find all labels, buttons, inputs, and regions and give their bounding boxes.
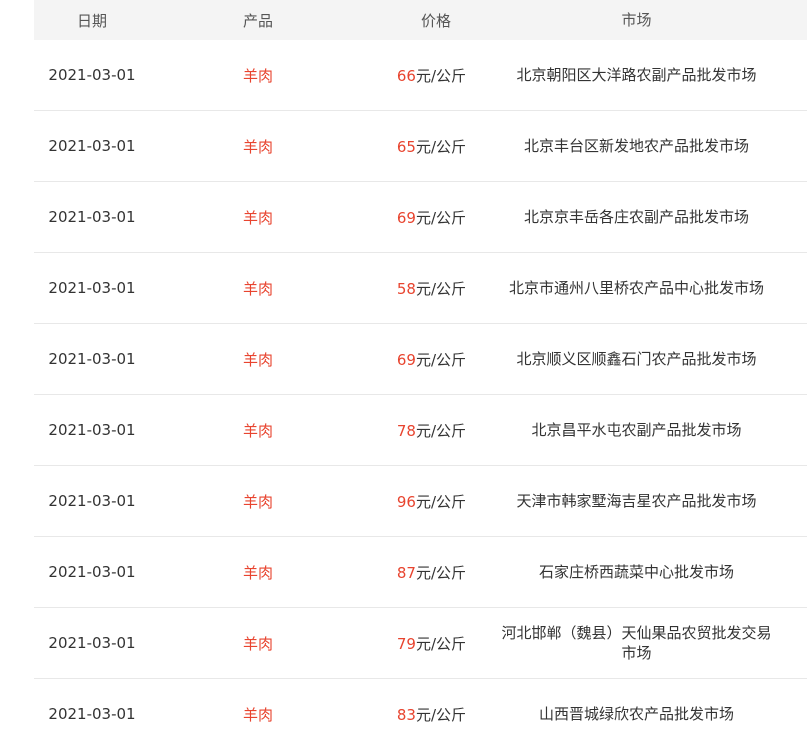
table-row: 2021-03-01 羊肉 96元/公斤 天津市韩家墅海吉星农产品批发市场: [34, 466, 807, 537]
row-product: 羊肉: [242, 208, 273, 227]
row-date: 2021-03-01: [48, 279, 136, 297]
row-date: 2021-03-01: [48, 492, 136, 510]
table-row: 2021-03-01 羊肉 66元/公斤 北京朝阳区大洋路农副产品批发市场: [34, 40, 807, 111]
row-product: 羊肉: [242, 137, 273, 156]
row-market: 北京京丰岳各庄农副产品批发市场: [523, 208, 749, 226]
row-price: 69元/公斤: [366, 349, 466, 370]
row-date: 2021-03-01: [48, 705, 136, 723]
table-row: 2021-03-01 羊肉 69元/公斤 北京京丰岳各庄农副产品批发市场: [34, 182, 807, 253]
row-price: 79元/公斤: [366, 633, 466, 654]
row-product: 羊肉: [242, 66, 273, 85]
row-market: 天津市韩家墅海吉星农产品批发市场: [516, 492, 757, 510]
price-value: 58: [396, 279, 416, 298]
header-product: 产品: [242, 11, 273, 30]
row-price: 96元/公斤: [366, 491, 466, 512]
row-price: 87元/公斤: [366, 562, 466, 583]
price-unit: 元/公斤: [415, 279, 466, 298]
header-price: 价格: [420, 11, 451, 30]
row-price: 65元/公斤: [366, 136, 466, 157]
row-date: 2021-03-01: [48, 350, 136, 368]
price-value: 78: [396, 421, 416, 440]
row-date: 2021-03-01: [48, 634, 136, 652]
row-market: 北京市通州八里桥农产品中心批发市场: [508, 279, 764, 297]
price-value: 96: [396, 492, 416, 511]
row-market: 北京朝阳区大洋路农副产品批发市场: [516, 66, 757, 84]
table-row: 2021-03-01 羊肉 87元/公斤 石家庄桥西蔬菜中心批发市场: [34, 537, 807, 608]
header-date: 日期: [76, 11, 107, 30]
row-price: 66元/公斤: [366, 65, 466, 86]
price-value: 69: [396, 208, 416, 227]
row-product: 羊肉: [242, 563, 273, 582]
row-price: 58元/公斤: [366, 278, 466, 299]
row-date: 2021-03-01: [48, 208, 136, 226]
price-value: 65: [396, 137, 416, 156]
price-unit: 元/公斤: [415, 705, 466, 724]
price-unit: 元/公斤: [415, 66, 466, 85]
price-unit: 元/公斤: [415, 137, 466, 156]
row-market: 河北邯郸（魏县）天仙果品农贸批发交易市场: [501, 624, 772, 662]
price-value: 83: [396, 705, 416, 724]
price-unit: 元/公斤: [415, 350, 466, 369]
row-price: 78元/公斤: [366, 420, 466, 441]
row-market: 北京昌平水屯农副产品批发市场: [531, 421, 742, 439]
row-product: 羊肉: [242, 421, 273, 440]
price-unit: 元/公斤: [415, 563, 466, 582]
table-row: 2021-03-01 羊肉 83元/公斤 山西晋城绿欣农产品批发市场: [34, 679, 807, 743]
row-product: 羊肉: [242, 634, 273, 653]
table-row: 2021-03-01 羊肉 65元/公斤 北京丰台区新发地农产品批发市场: [34, 111, 807, 182]
row-market: 石家庄桥西蔬菜中心批发市场: [538, 563, 734, 581]
row-market: 北京顺义区顺鑫石门农产品批发市场: [516, 350, 757, 368]
table-row: 2021-03-01 羊肉 79元/公斤 河北邯郸（魏县）天仙果品农贸批发交易市…: [34, 608, 807, 679]
row-product: 羊肉: [242, 350, 273, 369]
header-market: 市场: [621, 11, 652, 29]
price-unit: 元/公斤: [415, 208, 466, 227]
price-unit: 元/公斤: [415, 492, 466, 511]
price-table: 日期 产品 价格 市场 2021-03-01 羊肉 66元/公斤 北京朝阳区大洋…: [34, 0, 807, 743]
row-product: 羊肉: [242, 492, 273, 511]
price-value: 87: [396, 563, 416, 582]
price-value: 69: [396, 350, 416, 369]
row-market: 山西晋城绿欣农产品批发市场: [538, 705, 734, 723]
price-value: 66: [396, 66, 416, 85]
table-row: 2021-03-01 羊肉 78元/公斤 北京昌平水屯农副产品批发市场: [34, 395, 807, 466]
row-product: 羊肉: [242, 705, 273, 724]
row-product: 羊肉: [242, 279, 273, 298]
row-date: 2021-03-01: [48, 563, 136, 581]
table-header: 日期 产品 价格 市场: [34, 0, 807, 40]
row-date: 2021-03-01: [48, 137, 136, 155]
row-market: 北京丰台区新发地农产品批发市场: [523, 137, 749, 155]
price-value: 79: [396, 634, 416, 653]
table-row: 2021-03-01 羊肉 58元/公斤 北京市通州八里桥农产品中心批发市场: [34, 253, 807, 324]
price-unit: 元/公斤: [415, 421, 466, 440]
table-row: 2021-03-01 羊肉 69元/公斤 北京顺义区顺鑫石门农产品批发市场: [34, 324, 807, 395]
row-price: 69元/公斤: [366, 207, 466, 228]
price-unit: 元/公斤: [415, 634, 466, 653]
row-date: 2021-03-01: [48, 66, 136, 84]
row-date: 2021-03-01: [48, 421, 136, 439]
row-price: 83元/公斤: [366, 704, 466, 725]
